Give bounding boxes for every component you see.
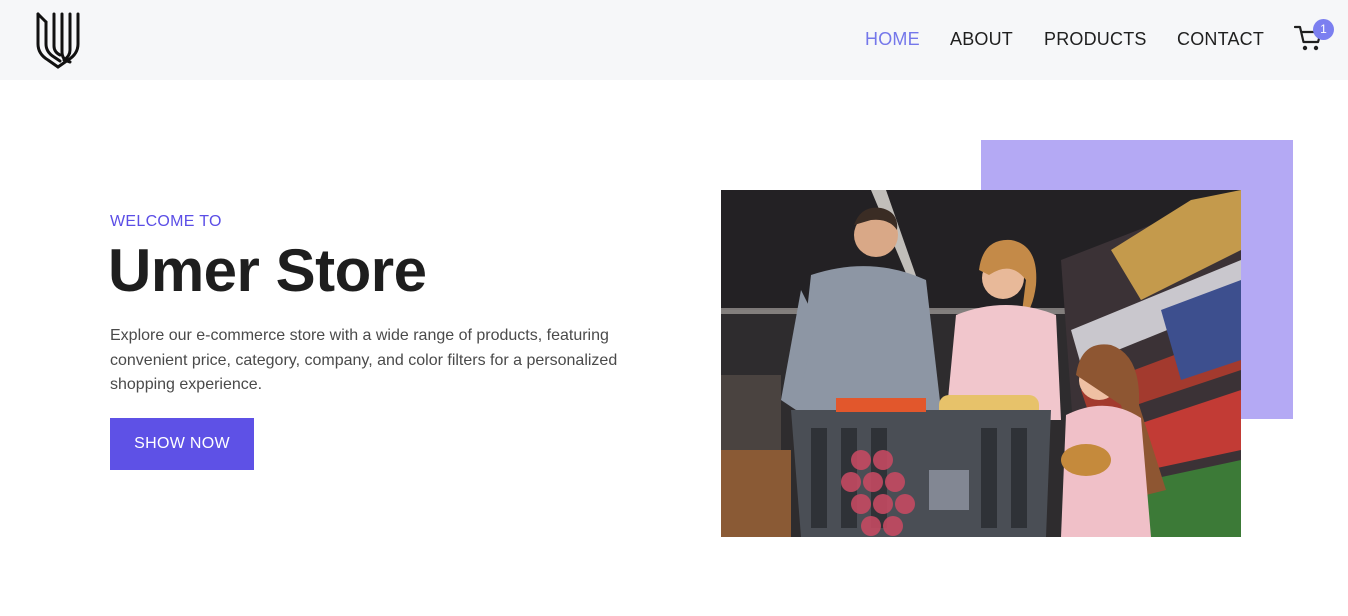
nav-products-link[interactable]: PRODUCTS (1044, 29, 1147, 50)
nav-about-link[interactable]: ABOUT (950, 29, 1013, 50)
hero-title: Umer Store (108, 237, 427, 304)
hero-image (721, 190, 1241, 537)
cart-count-badge: 1 (1313, 19, 1334, 40)
main-nav: HOME ABOUT PRODUCTS CONTACT (0, 29, 1348, 51)
cart-button[interactable]: 1 (1294, 19, 1334, 52)
nav-home-link[interactable]: HOME (865, 29, 920, 50)
show-now-button[interactable]: SHOW NOW (110, 418, 254, 470)
nav-contact-link[interactable]: CONTACT (1177, 29, 1264, 50)
hero-description: Explore our e-commerce store with a wide… (110, 327, 618, 393)
site-header: HOME ABOUT PRODUCTS CONTACT 1 (0, 0, 1348, 80)
hero-eyebrow: WELCOME TO (110, 213, 222, 230)
